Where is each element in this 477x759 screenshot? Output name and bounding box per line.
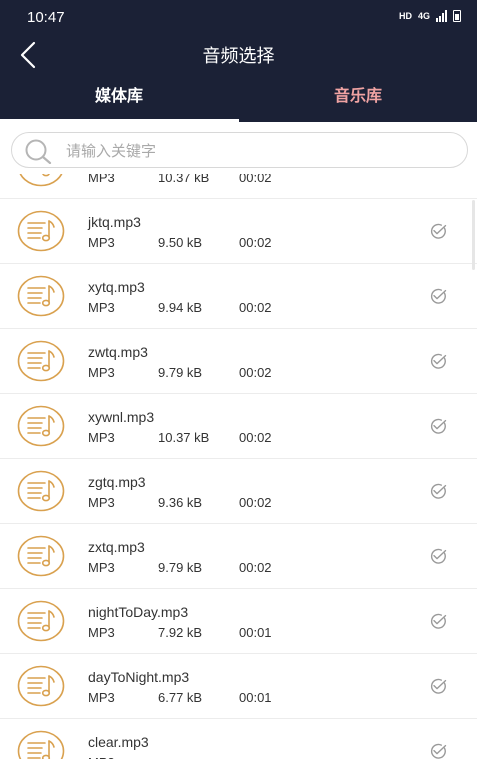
- file-format: MP3: [88, 365, 115, 380]
- file-size: 9.79 kB: [158, 365, 203, 380]
- check-circle-icon[interactable]: [429, 743, 447, 759]
- file-format: MP3: [88, 625, 115, 640]
- audio-file-row[interactable]: nightToDay.mp3 MP3 7.92 kB 00:01: [0, 589, 477, 654]
- check-circle-icon[interactable]: [429, 223, 447, 244]
- check-circle-icon[interactable]: [429, 613, 447, 634]
- search-icon: [25, 139, 52, 164]
- file-size: 9.36 kB: [158, 495, 203, 510]
- file-format: MP3: [88, 300, 115, 315]
- battery-icon: [453, 10, 461, 22]
- file-format: MP3: [88, 235, 115, 250]
- tab-media-library[interactable]: 媒体库: [0, 76, 238, 122]
- file-name: nightToDay.mp3: [88, 604, 189, 620]
- file-name: jktq.mp3: [88, 214, 141, 230]
- audio-file-row[interactable]: clear.mp3 MP3: [0, 719, 477, 759]
- audio-file-list: MP3 10.37 kB 00:02 jktq.mp3 MP3 9.50 kB 00:02…: [0, 174, 477, 759]
- status-time: 10:47: [27, 9, 65, 26]
- music-file-icon: [17, 729, 65, 759]
- file-name: zwtq.mp3: [88, 344, 148, 360]
- nav-bar: 音频选择: [0, 34, 477, 76]
- music-file-icon: [17, 469, 65, 518]
- scrollbar[interactable]: [472, 200, 475, 270]
- file-duration: 00:02: [239, 495, 272, 510]
- search-input[interactable]: [64, 133, 448, 169]
- music-file-icon: [17, 599, 65, 648]
- check-circle-icon[interactable]: [429, 483, 447, 504]
- file-name: xytq.mp3: [88, 279, 145, 295]
- file-format: MP3: [88, 174, 115, 185]
- music-file-icon: [17, 404, 65, 453]
- file-name: zxtq.mp3: [88, 539, 145, 555]
- audio-file-list-content: MP3 10.37 kB 00:02 jktq.mp3 MP3 9.50 kB 00:02…: [0, 174, 477, 759]
- file-duration: 00:02: [239, 430, 272, 445]
- file-size: 9.94 kB: [158, 300, 203, 315]
- file-name: zgtq.mp3: [88, 474, 146, 490]
- check-circle-icon[interactable]: [429, 548, 447, 569]
- music-file-icon: [17, 209, 65, 258]
- file-format: MP3: [88, 430, 115, 445]
- signal-icon: [436, 10, 447, 22]
- app-header: 10:47 HD 4G 音频选择 媒体库 音乐库: [0, 0, 477, 122]
- file-size: 10.37 kB: [158, 430, 210, 445]
- status-icons: HD 4G: [399, 10, 461, 22]
- search-bar: [11, 132, 468, 169]
- file-duration: 00:02: [239, 365, 272, 380]
- audio-file-row[interactable]: xytq.mp3 MP3 9.94 kB 00:02: [0, 264, 477, 329]
- audio-file-row[interactable]: zgtq.mp3 MP3 9.36 kB 00:02: [0, 459, 477, 524]
- audio-file-row[interactable]: jktq.mp3 MP3 9.50 kB 00:02: [0, 199, 477, 264]
- tab-bar: 媒体库 音乐库: [0, 76, 477, 122]
- network-indicator: 4G: [417, 11, 430, 21]
- music-file-icon: [17, 274, 65, 323]
- file-duration: 00:02: [239, 174, 272, 185]
- audio-file-row[interactable]: MP3 10.37 kB 00:02: [0, 174, 477, 199]
- audio-file-row[interactable]: xywnl.mp3 MP3 10.37 kB 00:02: [0, 394, 477, 459]
- music-file-icon: [17, 534, 65, 583]
- file-duration: 00:02: [239, 300, 272, 315]
- check-circle-icon[interactable]: [429, 353, 447, 374]
- file-size: 9.79 kB: [158, 560, 203, 575]
- music-file-icon: [17, 664, 65, 713]
- file-duration: 00:01: [239, 625, 272, 640]
- file-format: MP3: [88, 560, 115, 575]
- check-circle-icon[interactable]: [429, 418, 447, 439]
- file-name: clear.mp3: [88, 734, 149, 750]
- status-bar: 10:47 HD 4G: [0, 0, 477, 34]
- check-circle-icon[interactable]: [429, 174, 447, 179]
- audio-file-row[interactable]: zxtq.mp3 MP3 9.79 kB 00:02: [0, 524, 477, 589]
- hd-indicator: HD: [398, 11, 412, 21]
- file-size: 10.37 kB: [158, 174, 210, 185]
- music-file-icon: [17, 339, 65, 388]
- check-circle-icon[interactable]: [429, 288, 447, 309]
- file-duration: 00:02: [239, 560, 272, 575]
- tab-music-library[interactable]: 音乐库: [239, 76, 477, 122]
- file-name: xywnl.mp3: [88, 409, 155, 425]
- check-circle-icon[interactable]: [429, 678, 447, 699]
- audio-file-row[interactable]: zwtq.mp3 MP3 9.79 kB 00:02: [0, 329, 477, 394]
- file-duration: 00:02: [239, 235, 272, 250]
- file-format: MP3: [88, 495, 115, 510]
- audio-file-row[interactable]: dayToNight.mp3 MP3 6.77 kB 00:01: [0, 654, 477, 719]
- file-duration: 00:01: [239, 690, 272, 705]
- file-name: dayToNight.mp3: [88, 669, 190, 685]
- file-size: 9.50 kB: [158, 235, 203, 250]
- file-format: MP3: [88, 690, 115, 705]
- file-size: 6.77 kB: [158, 690, 203, 705]
- file-format: MP3: [88, 755, 115, 759]
- active-tab-indicator: [0, 119, 239, 122]
- music-file-icon: [17, 174, 65, 193]
- file-size: 7.92 kB: [158, 625, 203, 640]
- page-title: 音频选择: [202, 46, 275, 66]
